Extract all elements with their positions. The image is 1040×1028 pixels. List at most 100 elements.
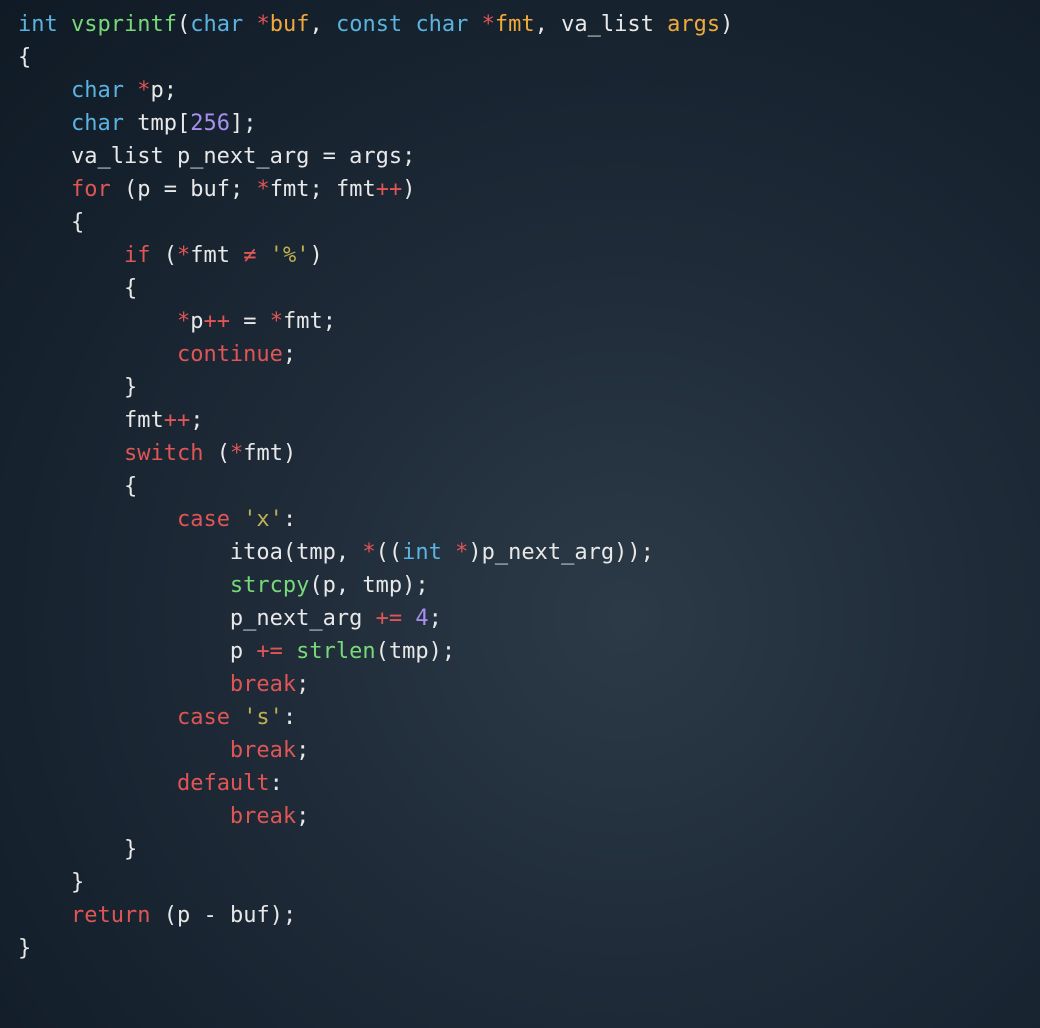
token-text: [18, 837, 124, 862]
token-kw: return: [71, 903, 150, 928]
token-ident: fmt: [270, 177, 310, 202]
token-punc: :: [270, 771, 283, 796]
token-text: [442, 540, 455, 565]
token-text: [111, 177, 124, 202]
token-kw: continue: [177, 342, 283, 367]
code-line: p += strlen(tmp);: [18, 639, 455, 664]
token-punc: =: [243, 309, 270, 334]
token-text: [18, 507, 177, 532]
token-punc: ,: [336, 540, 363, 565]
token-ident: fmt: [190, 243, 243, 268]
token-star: ++: [203, 309, 230, 334]
token-star: ++: [164, 408, 191, 433]
token-text: [18, 408, 124, 433]
token-text: [18, 276, 124, 301]
token-text: [283, 639, 296, 664]
token-punc: ;: [230, 177, 257, 202]
token-text: [124, 111, 137, 136]
token-type: int: [402, 540, 442, 565]
token-punc: }: [124, 375, 137, 400]
code-line: continue;: [18, 342, 296, 367]
token-punc: [: [177, 111, 190, 136]
token-ident: tmp: [362, 573, 402, 598]
token-ident: p: [137, 177, 164, 202]
token-param: buf: [270, 12, 310, 37]
token-text: [18, 672, 230, 697]
token-text: [18, 771, 177, 796]
token-ident: p: [230, 639, 257, 664]
token-param: fmt: [495, 12, 535, 37]
token-text: [18, 474, 124, 499]
token-str: 'x': [243, 507, 283, 532]
token-ident: fmt: [283, 309, 323, 334]
token-punc: ;: [296, 672, 309, 697]
token-punc: ;: [190, 408, 203, 433]
code-line: case 'x':: [18, 507, 296, 532]
token-ident: p: [190, 309, 203, 334]
token-punc: }: [18, 936, 31, 961]
code-line: default:: [18, 771, 283, 796]
token-text: [243, 12, 256, 37]
code-line: }: [18, 837, 137, 862]
token-punc: ): [283, 441, 296, 466]
token-kw: break: [230, 672, 296, 697]
token-text: [18, 144, 71, 169]
code-line: break;: [18, 738, 309, 763]
code-line: *p++ = *fmt;: [18, 309, 336, 334]
token-punc: ));: [614, 540, 654, 565]
token-text: [18, 342, 177, 367]
token-text: [18, 177, 71, 202]
token-text: [18, 441, 124, 466]
token-kw: break: [230, 804, 296, 829]
token-text: [230, 507, 243, 532]
token-type: const: [336, 12, 402, 37]
token-punc: (: [283, 540, 296, 565]
token-text: [402, 606, 415, 631]
token-func: strcpy: [230, 573, 309, 598]
token-punc: ,: [309, 12, 336, 37]
token-punc: ,: [535, 12, 562, 37]
code-line: break;: [18, 804, 309, 829]
token-ident: args: [349, 144, 402, 169]
code-block: int vsprintf(char *buf, const char *fmt,…: [0, 0, 1040, 973]
token-ident: p_next_arg: [230, 606, 376, 631]
token-text: [18, 78, 71, 103]
token-text: [18, 804, 230, 829]
token-ident: fmt: [124, 408, 164, 433]
code-line: char tmp[256];: [18, 111, 256, 136]
token-star: *: [177, 243, 190, 268]
code-line: if (*fmt ≠ '%'): [18, 243, 323, 268]
token-star: *: [256, 12, 269, 37]
token-str: 's': [243, 705, 283, 730]
code-line: for (p = buf; *fmt; fmt++): [18, 177, 415, 202]
token-ident: buf: [190, 177, 230, 202]
token-punc: ;: [296, 804, 309, 829]
token-text: [58, 12, 71, 37]
token-str: '%': [270, 243, 310, 268]
token-text: [468, 12, 481, 37]
token-punc: ): [468, 540, 481, 565]
code-line: {: [18, 45, 31, 70]
token-kw: case: [177, 705, 230, 730]
token-punc: ;: [296, 738, 309, 763]
token-text: [18, 705, 177, 730]
token-ident: tmp: [389, 639, 429, 664]
token-text: [18, 573, 230, 598]
code-line: va_list p_next_arg = args;: [18, 144, 415, 169]
token-text: [124, 78, 137, 103]
token-ident: p_next_arg: [482, 540, 614, 565]
code-line: switch (*fmt): [18, 441, 296, 466]
token-text: [18, 870, 71, 895]
code-line: p_next_arg += 4;: [18, 606, 442, 631]
token-punc: ;: [402, 144, 415, 169]
token-punc: {: [71, 210, 84, 235]
token-punc: ): [720, 12, 733, 37]
token-punc: :: [283, 705, 296, 730]
token-text: [150, 243, 163, 268]
token-text: [18, 540, 230, 565]
token-punc: {: [124, 474, 137, 499]
token-ident: va_list: [561, 12, 667, 37]
token-text: [18, 111, 71, 136]
code-line: }: [18, 870, 84, 895]
token-text: [18, 309, 177, 334]
